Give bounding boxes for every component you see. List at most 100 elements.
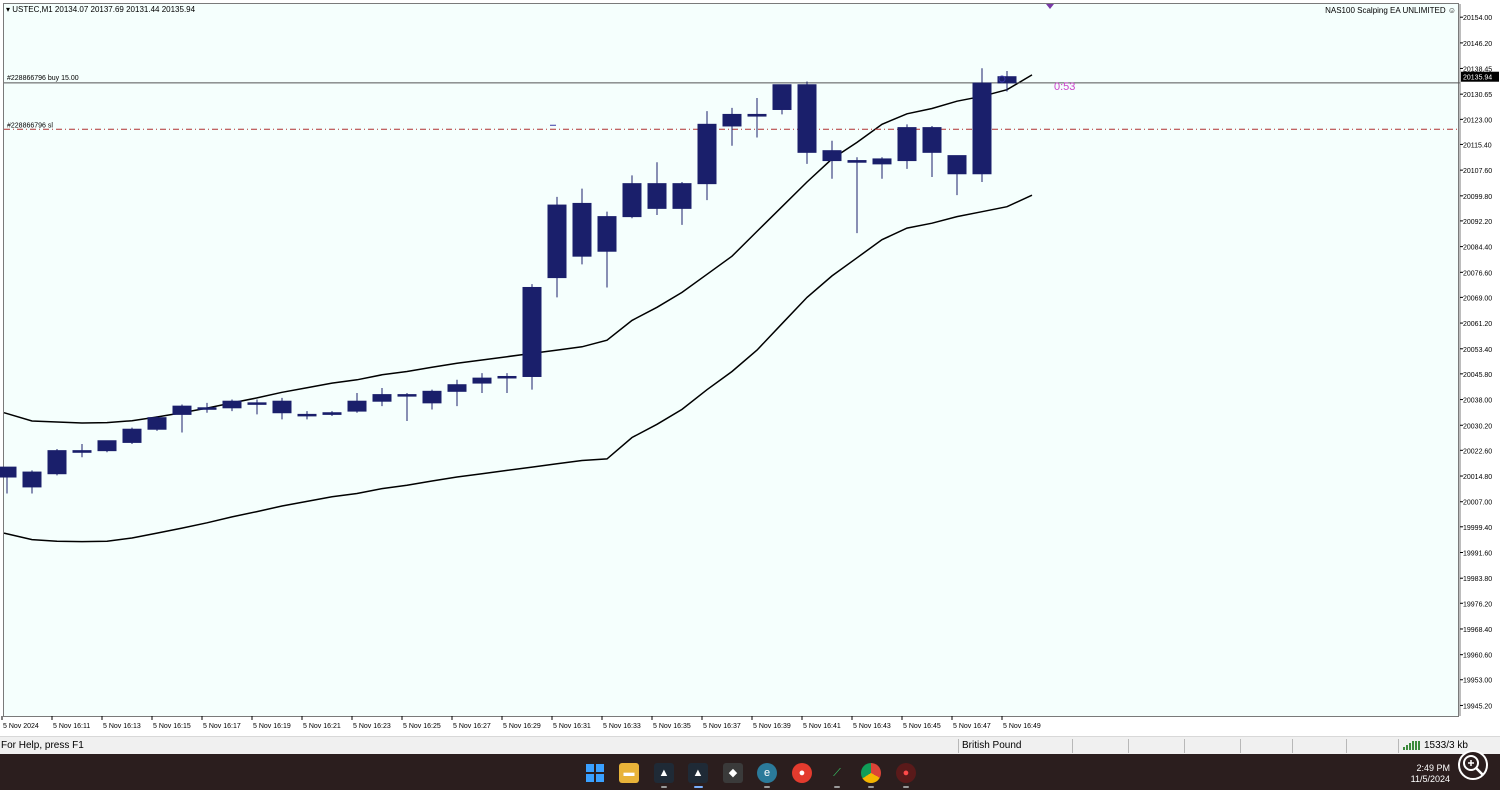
- time-tick-label: 5 Nov 16:31: [553, 723, 591, 730]
- candle-bullish: [672, 183, 692, 209]
- price-tick-label: 20007.00: [1463, 500, 1492, 507]
- candle-bullish: [522, 286, 542, 377]
- time-tick-label: 5 Nov 16:19: [253, 723, 291, 730]
- candle-bullish: [547, 204, 567, 279]
- candle-bullish: [297, 413, 317, 417]
- envelope-upper-line: [3, 74, 1033, 424]
- price-tick-label: 20107.60: [1463, 168, 1492, 175]
- status-divider: [958, 739, 959, 753]
- price-chart[interactable]: #228866796 buy 15.00 #228866796 sl 20154.…: [0, 0, 1500, 736]
- price-tick-label: 20130.65: [1463, 92, 1492, 99]
- magnifier-icon[interactable]: [1458, 750, 1488, 780]
- candle-bullish: [197, 407, 217, 410]
- time-tick-label: 5 Nov 16:13: [103, 723, 141, 730]
- file-explorer-icon[interactable]: ▬: [619, 763, 639, 783]
- bar-countdown-timer: 0:53: [1054, 81, 1075, 93]
- windows-taskbar: ▬ ▲ ▲ ◆ e ● ⟋ ● 2:49 PM 11/5/2024: [0, 754, 1500, 790]
- price-tick-label: 20061.20: [1463, 321, 1492, 328]
- candle-bullish: [472, 377, 492, 384]
- metatrader-icon[interactable]: ▲: [688, 763, 708, 783]
- time-tick-label: 5 Nov 16:25: [403, 723, 441, 730]
- price-tick-label: 19976.20: [1463, 601, 1492, 608]
- time-tick-label: 5 Nov 16:29: [503, 723, 541, 730]
- status-divider: [1292, 739, 1293, 753]
- system-clock[interactable]: 2:49 PM 11/5/2024: [1411, 763, 1450, 785]
- expert-advisor-name[interactable]: NAS100 Scalping EA UNLIMITED ☺: [1325, 6, 1456, 15]
- running-indicator: [661, 786, 667, 788]
- green-chart-icon[interactable]: ⟋: [827, 763, 847, 783]
- windows-start-icon[interactable]: [585, 763, 605, 783]
- status-bar: For Help, press F1 British Pound 1533/3 …: [0, 736, 1500, 754]
- candle-bearish: [822, 150, 842, 162]
- profile-name[interactable]: British Pound: [962, 740, 1021, 751]
- candle-bullish: [122, 428, 142, 443]
- candle-bullish: [972, 82, 992, 175]
- price-tick-label: 20154.00: [1463, 15, 1492, 22]
- running-indicator: [903, 786, 909, 788]
- metatrader-icon[interactable]: ▲: [654, 763, 674, 783]
- price-tick-label: 19983.80: [1463, 576, 1492, 583]
- price-tick-label: 19968.40: [1463, 627, 1492, 634]
- candle-bearish: [922, 127, 942, 153]
- candle-bullish: [722, 113, 742, 127]
- candle-bullish: [947, 155, 967, 175]
- edge-icon[interactable]: e: [757, 763, 777, 783]
- red-app-icon[interactable]: ●: [792, 763, 812, 783]
- time-tick-label: 5 Nov 16:35: [653, 723, 691, 730]
- status-divider: [1128, 739, 1129, 753]
- time-tick-label: 5 Nov 2024: [3, 723, 39, 730]
- time-tick-label: 5 Nov 16:41: [803, 723, 841, 730]
- time-tick-label: 5 Nov 16:23: [353, 723, 391, 730]
- price-tick-label: 20076.60: [1463, 270, 1492, 277]
- candle-bullish: [422, 390, 442, 404]
- chrome-icon[interactable]: [861, 763, 881, 783]
- recorder-icon[interactable]: ●: [896, 763, 916, 783]
- price-tick-label: 19945.20: [1463, 703, 1492, 710]
- price-tick-label: 19960.60: [1463, 653, 1492, 660]
- candle-bullish: [0, 466, 17, 478]
- candle-bullish: [747, 113, 767, 117]
- candle-bullish: [47, 450, 67, 475]
- status-divider: [1398, 739, 1399, 753]
- price-tick-label: 20022.60: [1463, 448, 1492, 455]
- candle-bullish: [322, 412, 342, 415]
- status-divider: [1184, 739, 1185, 753]
- clock-date: 11/5/2024: [1410, 774, 1450, 784]
- stop-loss-label: #228866796 sl: [7, 122, 53, 129]
- price-tick-label: 20045.80: [1463, 372, 1492, 379]
- candle-bullish: [622, 183, 642, 218]
- candle-bullish: [372, 394, 392, 402]
- candle-bullish: [222, 400, 242, 409]
- candle-bullish: [247, 402, 267, 405]
- envelope-lower-line: [3, 194, 1033, 543]
- running-indicator: [764, 786, 770, 788]
- candle-bullish: [872, 158, 892, 165]
- price-tick-label: 19999.40: [1463, 525, 1492, 532]
- help-hint: For Help, press F1: [1, 740, 84, 751]
- time-tick-label: 5 Nov 16:11: [53, 723, 90, 730]
- candle-bullish: [97, 440, 117, 452]
- traffic-status: 1533/3 kb: [1424, 740, 1468, 751]
- cat-app-icon[interactable]: ◆: [723, 763, 743, 783]
- candle-bearish: [797, 84, 817, 153]
- candle-bullish: [22, 471, 42, 488]
- price-tick-label: 20084.40: [1463, 245, 1492, 252]
- candle-bullish: [447, 384, 467, 392]
- price-tick-label: 19953.00: [1463, 678, 1492, 685]
- candle-bullish: [597, 216, 617, 252]
- candle-bullish: [772, 84, 792, 110]
- current-price-label: 20135.94: [1463, 75, 1492, 82]
- candle-bullish: [172, 405, 192, 415]
- price-tick-label: 19991.60: [1463, 551, 1492, 558]
- running-indicator: [868, 786, 874, 788]
- chart-window[interactable]: #228866796 buy 15.00 #228866796 sl 20154.…: [0, 0, 1500, 736]
- trade-arrow-marker: [1046, 4, 1054, 9]
- symbol-dropdown-icon[interactable]: ▾: [6, 5, 10, 14]
- status-divider: [1240, 739, 1241, 753]
- running-indicator: [834, 786, 840, 788]
- candle-bullish: [397, 394, 417, 397]
- time-tick-label: 5 Nov 16:37: [703, 723, 741, 730]
- status-divider: [1072, 739, 1073, 753]
- price-tick-label: 20053.40: [1463, 347, 1492, 354]
- time-tick-label: 5 Nov 16:27: [453, 723, 491, 730]
